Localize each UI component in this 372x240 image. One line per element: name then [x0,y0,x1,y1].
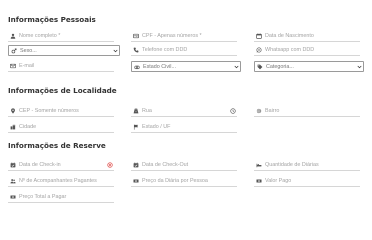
money-icon [131,178,141,184]
city-field[interactable]: Cidade [8,122,114,133]
gender-icon [9,47,19,54]
section-title-booking: Informações de Reserve [8,141,106,150]
section-title-personal: Informações Pessoais [8,15,96,24]
flag-icon [131,124,141,130]
users-icon [8,178,18,184]
error-icon [106,162,114,168]
calendar-check-icon [131,162,141,168]
state-field[interactable]: Estado / UF [131,122,237,133]
whatsapp-icon [254,47,264,53]
cep-field[interactable]: CEP - Somente números [8,106,114,117]
rings-icon [132,64,142,70]
neighborhood-field[interactable]: Bairro [254,106,360,117]
calendar-icon [254,33,264,39]
sex-select[interactable]: Sexo... [8,45,120,56]
id-card-icon [131,33,141,39]
checkin-field[interactable]: Data de Check-in [8,160,114,171]
email-field[interactable]: E-mail [8,61,114,72]
street-field[interactable]: Rua [131,106,237,117]
chevron-down-icon [232,65,240,69]
category-select[interactable]: Categoria... [254,61,364,72]
phone-field[interactable]: Telefone com DDD [131,45,237,56]
marital-status-select[interactable]: Estado Civil... [131,61,241,72]
companions-field[interactable]: Nº de Acompanhantes Pagantes [8,176,114,187]
bed-icon [254,162,264,168]
road-icon [131,108,141,114]
calendar-check-icon [8,162,18,168]
daily-count-field[interactable]: Quantidade de Diárias [254,160,360,171]
map-pin-icon [8,108,18,114]
chevron-down-icon [355,65,363,69]
birth-date-field[interactable]: Data de Nascimento [254,31,360,42]
user-icon [8,33,18,39]
city-icon [8,124,18,130]
money-icon [8,194,18,200]
chevron-down-icon [111,49,119,53]
money-icon [254,178,264,184]
checkout-field[interactable]: Data de Check-Out [131,160,237,171]
full-name-field[interactable]: Nome completo * [8,31,114,42]
total-price-field[interactable]: Preço Total a Pagar [8,192,114,203]
envelope-icon [8,63,18,69]
section-title-location: Informações de Localidade [8,86,117,95]
tag-icon [255,64,265,70]
cpf-field[interactable]: CPF - Apenas números * [131,31,237,42]
phone-icon [131,47,141,53]
whatsapp-field[interactable]: Whatsapp com DDD [254,45,360,56]
clock-icon [229,108,237,114]
gear-icon [254,108,264,114]
price-per-person-field[interactable]: Preço da Diária por Pessoa [131,176,237,187]
amount-paid-field[interactable]: Valor Pago [254,176,360,187]
